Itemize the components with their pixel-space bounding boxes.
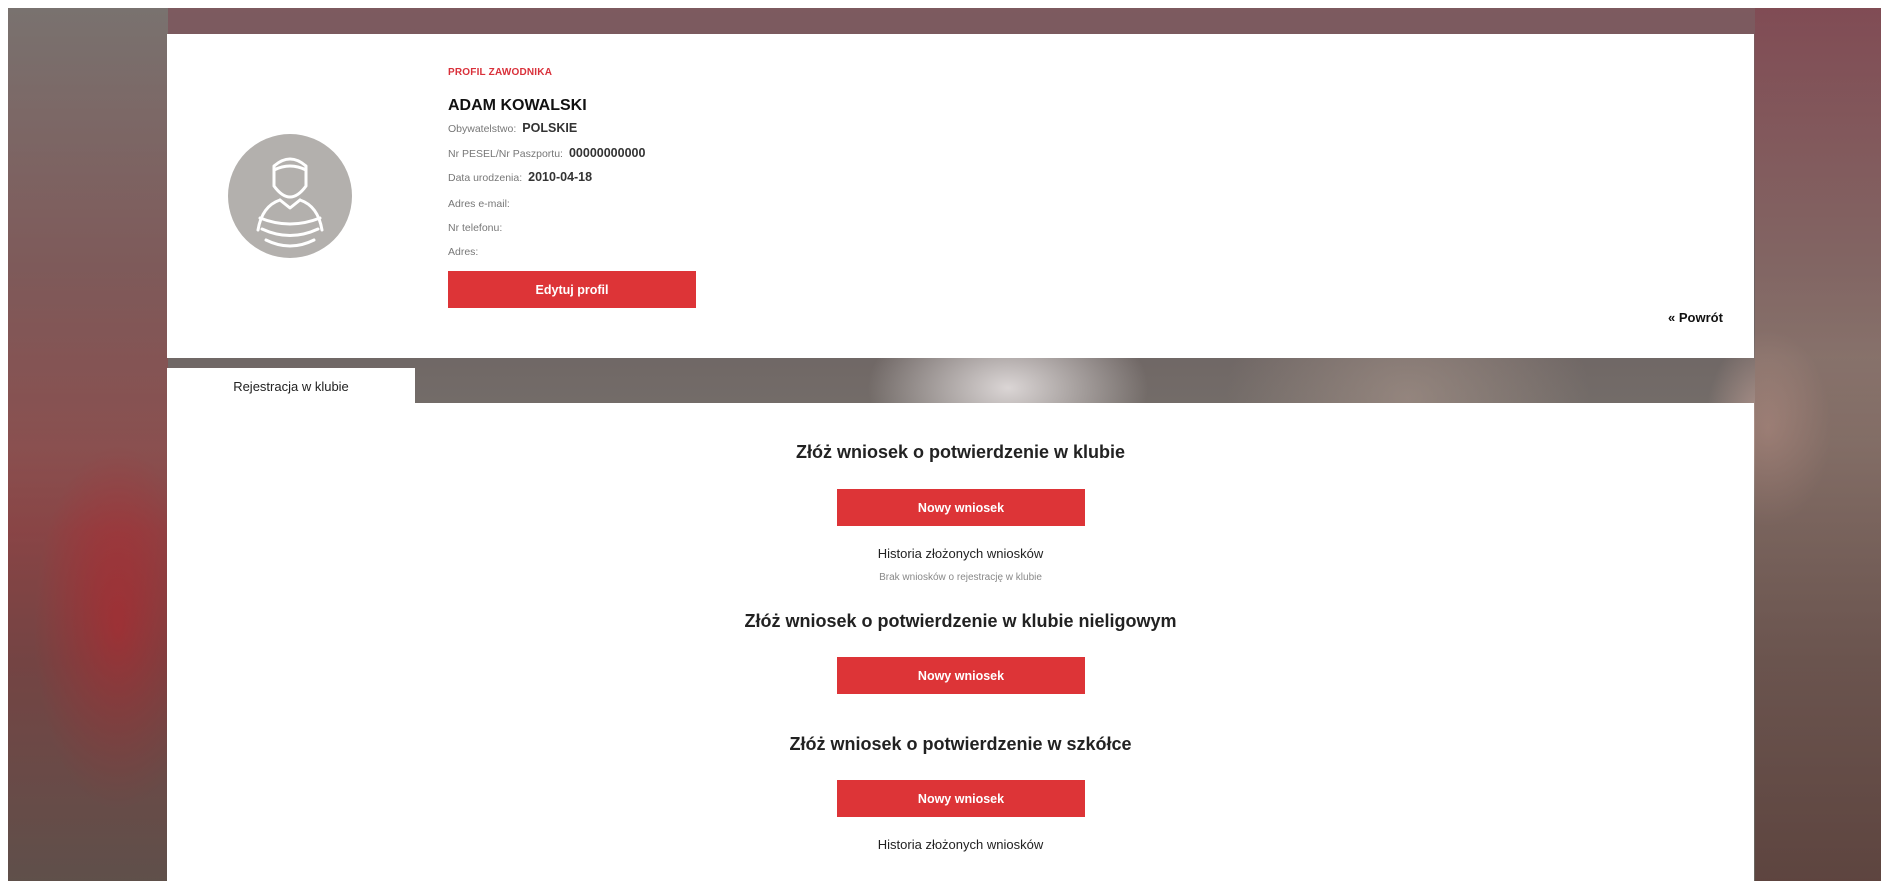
club-history-link[interactable]: Historia złożonych wniosków — [167, 546, 1754, 561]
pesel-label: Nr PESEL/Nr Paszportu: — [448, 148, 563, 160]
citizenship-label: Obywatelstwo: — [448, 123, 517, 135]
tab-club-registration[interactable]: Rejestracja w klubie — [167, 368, 415, 404]
birthdate-field: Data urodzenia: 2010-04-18 — [448, 170, 592, 184]
pesel-field: Nr PESEL/Nr Paszportu: 00000000000 — [448, 146, 645, 160]
back-link[interactable]: « Powrót — [1668, 310, 1723, 325]
club-empty-note: Brak wniosków o rejestrację w klubie — [879, 572, 1042, 583]
citizenship-field: Obywatelstwo: POLSKIE — [448, 121, 577, 135]
birthdate-value: 2010-04-18 — [528, 170, 593, 184]
edit-profile-button[interactable]: Edytuj profil — [448, 271, 696, 308]
citizenship-value: POLSKIE — [522, 121, 578, 135]
club-request-title: Złóż wniosek o potwierdzenie w klubie — [795, 442, 1126, 462]
phone-label: Nr telefonu: — [448, 222, 503, 234]
club-new-request-button[interactable]: Nowy wniosek — [837, 489, 1085, 526]
email-field: Adres e-mail: — [448, 196, 516, 210]
email-label: Adres e-mail: — [448, 198, 510, 210]
player-name: ADAM KOWALSKI — [448, 97, 587, 114]
school-request-title: Złóż wniosek o potwierdzenie w szkółce — [789, 734, 1132, 754]
user-avatar-icon — [228, 134, 352, 258]
background-photo-left — [8, 8, 168, 881]
background-photo-right — [1755, 8, 1881, 881]
phone-field: Nr telefonu: — [448, 220, 508, 234]
nonleague-new-request-button[interactable]: Nowy wniosek — [837, 657, 1085, 694]
birthdate-label: Data urodzenia: — [448, 172, 523, 184]
profile-card — [167, 34, 1754, 358]
nonleague-request-title: Złóż wniosek o potwierdzenie w klubie ni… — [744, 611, 1177, 631]
pesel-value: 00000000000 — [568, 146, 646, 160]
school-history-link[interactable]: Historia złożonych wniosków — [167, 837, 1754, 852]
address-label: Adres: — [448, 246, 479, 258]
school-new-request-button[interactable]: Nowy wniosek — [837, 780, 1085, 817]
address-field: Adres: — [448, 244, 484, 258]
profile-kicker: PROFIL ZAWODNIKA — [448, 67, 553, 78]
